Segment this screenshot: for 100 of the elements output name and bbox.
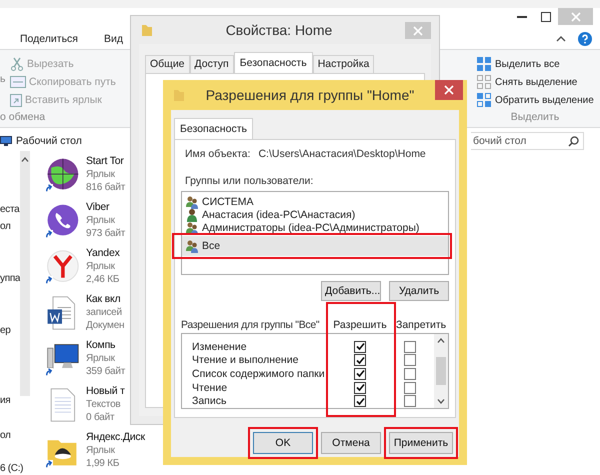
user-list-item[interactable]: СИСТЕМА [182, 195, 448, 208]
ribbon-command[interactable]: Выделить все [476, 56, 594, 72]
address-bar[interactable]: Рабочий стол [0, 132, 82, 150]
monitor-icon [0, 136, 12, 146]
close-icon [444, 85, 454, 95]
permission-name: Список содержимого папки [191, 368, 326, 380]
nav-item[interactable]: ер [0, 324, 11, 338]
folder-icon [141, 23, 153, 37]
cancel-button[interactable]: Отмена [321, 432, 381, 454]
scrollbar[interactable] [434, 334, 448, 408]
caret-down-icon[interactable] [437, 399, 445, 404]
ribbon-tab[interactable]: Вид [104, 32, 123, 45]
remove-button[interactable]: Удалить [389, 281, 449, 301]
nav-item[interactable]: уппа [0, 272, 20, 286]
file-size: 2,46 КБ [86, 273, 120, 286]
apply-button[interactable]: Применить [389, 432, 453, 454]
field-label: Группы или пользователи: [185, 175, 314, 188]
deny-checkbox[interactable] [404, 382, 416, 394]
deny-checkbox[interactable] [404, 340, 416, 353]
allow-checkbox[interactable] [354, 382, 366, 394]
scrollbar[interactable] [20, 151, 30, 396]
file-size: 0 байт [86, 411, 116, 424]
permission-name: Изменение [191, 340, 248, 353]
minimize-icon[interactable] [517, 16, 527, 18]
window-title: Свойства: Home [224, 22, 334, 38]
file-type: Ярлык [86, 214, 116, 228]
nav-item[interactable]: еста [0, 203, 20, 216]
file-name: Viber [86, 201, 110, 214]
file-type: Текстов [86, 398, 122, 412]
allow-checkbox[interactable] [354, 395, 366, 408]
field-label: Разрешения для группы "Все" [181, 319, 320, 331]
user-list-item[interactable]: Анастасия (idea-PC\Анастасия) [182, 208, 448, 221]
user-icon [185, 208, 199, 222]
path-icon [10, 76, 26, 88]
user-list-item[interactable]: Все [182, 236, 448, 256]
grid-outline-icon [476, 74, 492, 90]
deny-checkbox[interactable] [404, 368, 416, 380]
user-list-item[interactable]: Администраторы (idea-PC\Администраторы) [182, 221, 448, 234]
tab[interactable]: Безопасность [174, 118, 253, 139]
search-icon [568, 136, 579, 147]
grid-icon [476, 92, 492, 108]
object-path: C:\Users\Анастасия\Desktop\Home [258, 148, 426, 161]
tab[interactable]: Доступ [190, 55, 234, 73]
ribbon-tab[interactable]: Поделиться [20, 32, 78, 45]
file-name: Яндекс.Диск [86, 431, 145, 444]
tab[interactable]: Настройка [312, 55, 374, 73]
close-icon [413, 26, 423, 36]
caret-up-icon[interactable] [556, 35, 566, 42]
permission-name: Чтение и выполнение [191, 354, 300, 366]
users-icon [185, 239, 199, 253]
highlight-frame [248, 427, 318, 459]
file-size: 359 байт [86, 365, 126, 378]
allow-checkbox[interactable] [354, 368, 366, 380]
allow-checkbox[interactable] [354, 354, 366, 366]
ribbon-label: ь [0, 73, 6, 86]
file-type: Ярлык [86, 352, 116, 366]
close-button[interactable] [435, 80, 463, 100]
nav-item[interactable]: ол [0, 220, 11, 234]
caret-up-icon[interactable] [21, 157, 29, 162]
search-field[interactable]: бочий стол [471, 132, 584, 150]
permission-name: Запись [191, 395, 228, 408]
ribbon-command[interactable]: Обратить выделение [476, 92, 594, 108]
column-header: Разрешить [332, 319, 388, 331]
help-icon[interactable] [578, 32, 592, 46]
file-name: Как вкл [86, 293, 122, 306]
maximize-icon[interactable] [541, 12, 551, 22]
ribbon-command[interactable]: Снять выделение [476, 74, 594, 90]
group-label: о обмена [0, 111, 46, 124]
tab[interactable]: Безопасность [234, 52, 313, 73]
file-type: записей [86, 306, 123, 320]
shortcut-icon [10, 93, 22, 108]
nav-item[interactable]: ия [0, 394, 10, 408]
file-type: Ярлык [86, 168, 116, 182]
file-name: Start Tor [86, 155, 125, 168]
users-icon [185, 194, 199, 208]
grid-icon [476, 56, 492, 72]
window-title: Разрешения для группы "Home" [204, 87, 416, 103]
field-label: Имя объекта: [185, 148, 250, 161]
nav-item[interactable]: ол [0, 429, 11, 442]
scissors-icon [10, 57, 24, 72]
file-name: Компь [86, 339, 116, 352]
tab[interactable]: Общие [145, 55, 190, 73]
file-size: Докумен [86, 319, 124, 332]
deny-checkbox[interactable] [404, 395, 416, 408]
nav-item[interactable]: 6 (C:) [0, 462, 24, 475]
group-label: Выделить [510, 111, 560, 124]
file-name: Новый т [86, 385, 125, 398]
ok-button[interactable]: OK [253, 432, 313, 454]
allow-checkbox[interactable] [354, 340, 366, 353]
deny-checkbox[interactable] [404, 354, 416, 366]
file-name: Yandex [86, 247, 120, 260]
add-button[interactable]: Добавить... [321, 281, 381, 301]
file-size: 1,99 КБ [86, 457, 120, 470]
caret-up-icon[interactable] [437, 338, 445, 343]
file-size: 973 байт [86, 227, 126, 240]
file-size: 816 байт [86, 181, 126, 194]
users-icon [185, 220, 199, 234]
scrollbar-thumb[interactable] [436, 357, 446, 385]
close-icon [570, 12, 580, 22]
column-header: Запретить [395, 319, 446, 331]
